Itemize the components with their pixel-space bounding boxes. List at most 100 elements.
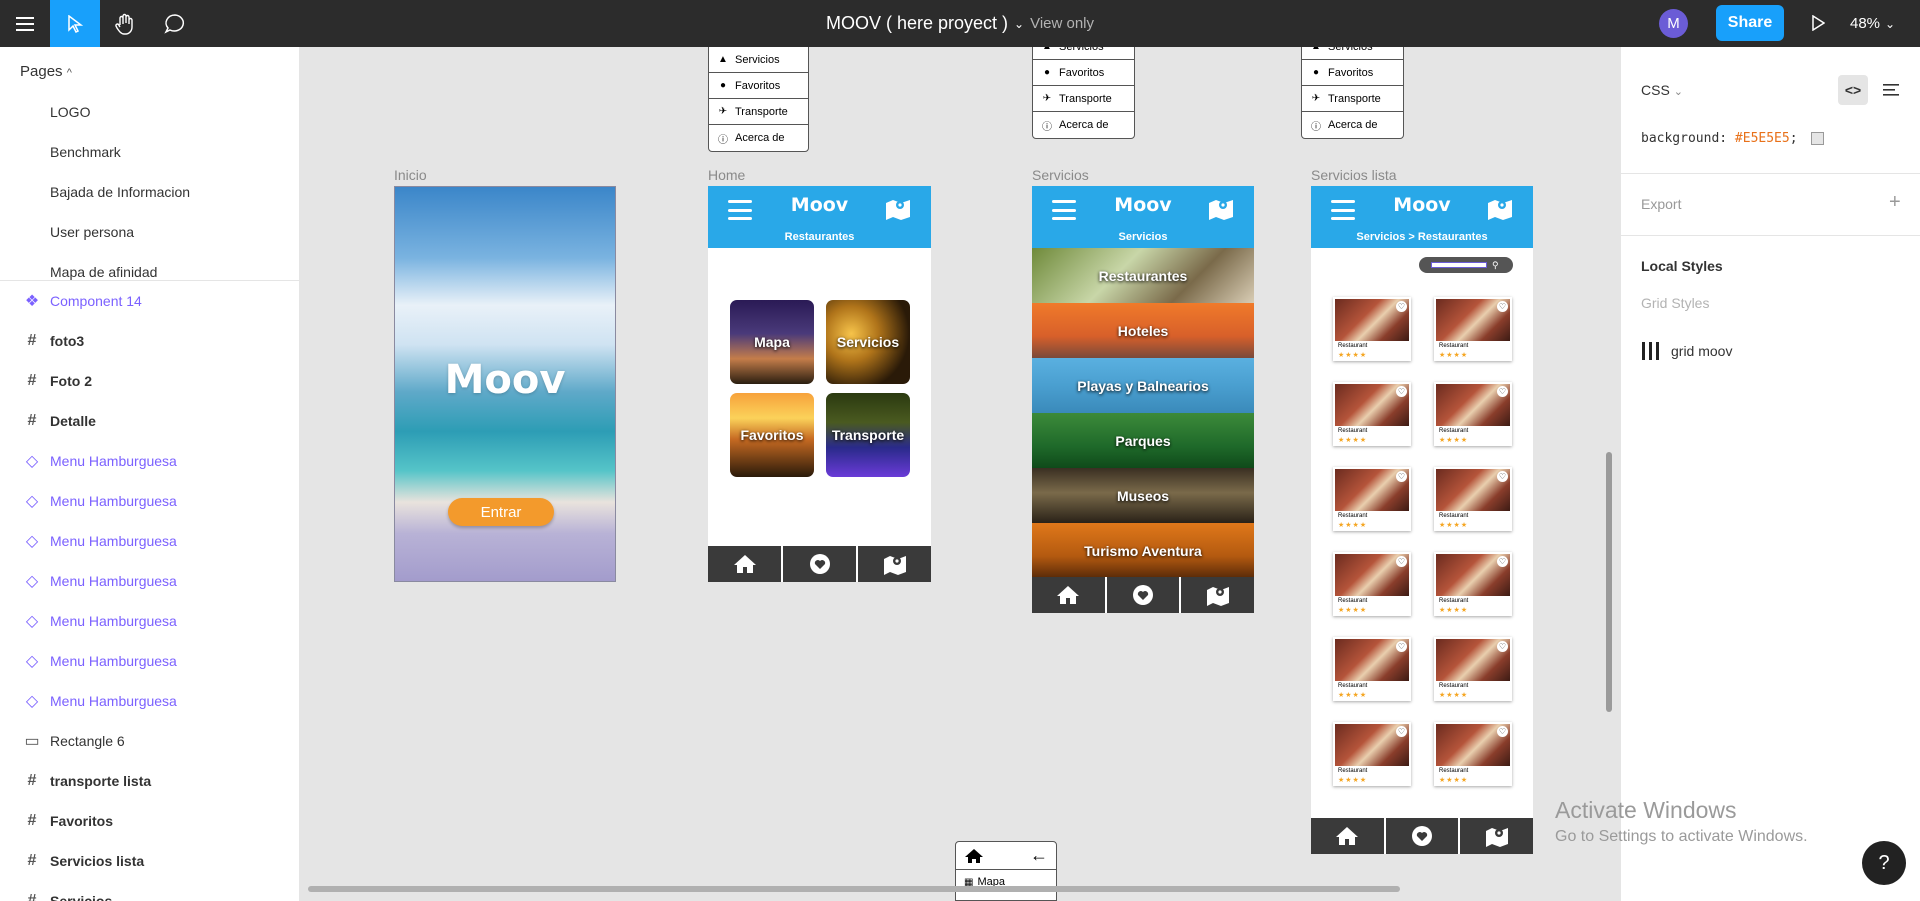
horizontal-scrollbar[interactable] — [308, 886, 1400, 892]
favorite-heart-icon[interactable]: ♡ — [1497, 641, 1508, 652]
favorite-heart-icon[interactable]: ♡ — [1396, 301, 1407, 312]
help-button[interactable]: ? — [1862, 841, 1906, 885]
list-view-icon[interactable] — [1876, 75, 1906, 105]
frame-label-servicios-lista[interactable]: Servicios lista — [1311, 167, 1397, 183]
menu-hamburguesa-component[interactable]: ▲ Servicios ● Favoritos ✈ Transporte ⓘ Acerc… — [708, 47, 809, 152]
layer-row[interactable]: ◇ Menu Hamburguesa — [0, 641, 299, 681]
favorite-heart-icon[interactable]: ♡ — [1396, 386, 1407, 397]
pages-header[interactable]: Pages ^ — [20, 63, 72, 80]
map-icon[interactable] — [1208, 196, 1234, 225]
menu-item-favoritos[interactable]: ● Favoritos — [709, 73, 808, 99]
add-export-icon[interactable]: + — [1889, 191, 1901, 214]
tile-mapa[interactable]: Mapa — [730, 300, 814, 384]
menu-item-acerca[interactable]: ⓘ Acerca de — [1033, 112, 1134, 138]
map-icon[interactable] — [885, 196, 911, 225]
code-view-icon[interactable]: <> — [1838, 75, 1868, 105]
layer-row[interactable]: # foto3 — [0, 321, 299, 361]
page-item[interactable]: Mapa de afinidad — [50, 264, 157, 280]
favorite-heart-icon[interactable]: ♡ — [1497, 386, 1508, 397]
layer-row[interactable]: ◇ Menu Hamburguesa — [0, 481, 299, 521]
layer-row[interactable]: # transporte lista — [0, 761, 299, 801]
map-icon[interactable] — [858, 546, 931, 582]
restaurant-card[interactable]: ♡ Restaurant ★★★★ — [1434, 722, 1512, 786]
menu-item-transporte[interactable]: ✈ Transporte — [709, 99, 808, 125]
favorite-heart-icon[interactable]: ♡ — [1497, 556, 1508, 567]
layer-row[interactable]: # Foto 2 — [0, 361, 299, 401]
restaurant-card[interactable]: ♡ Restaurant ★★★★ — [1333, 297, 1411, 361]
band-turismo-aventura[interactable]: Turismo Aventura — [1032, 523, 1254, 578]
menu-item-servicios[interactable]: ▲ Servicios — [1033, 47, 1134, 60]
css-tab-dropdown[interactable]: CSS ⌄ — [1641, 82, 1683, 98]
restaurant-card[interactable]: ♡ Restaurant ★★★★ — [1333, 637, 1411, 701]
present-button[interactable] — [1803, 8, 1833, 38]
heart-icon[interactable] — [1107, 577, 1182, 613]
layer-row[interactable]: ◇ Menu Hamburguesa — [0, 601, 299, 641]
grid-style-item[interactable]: grid moov — [1641, 341, 1732, 361]
frame-label-home[interactable]: Home — [708, 167, 745, 183]
band-playas[interactable]: Playas y Balnearios — [1032, 358, 1254, 413]
heart-icon[interactable] — [783, 546, 858, 582]
restaurant-card[interactable]: ♡ Restaurant ★★★★ — [1434, 297, 1512, 361]
file-title[interactable]: MOOV ( here proyect ) ⌄ View only — [0, 0, 1920, 47]
tile-favoritos[interactable]: Favoritos — [730, 393, 814, 477]
menu-item-acerca[interactable]: ⓘ Acerca de — [1302, 112, 1403, 138]
entrar-button[interactable]: Entrar — [448, 498, 554, 526]
map-icon[interactable] — [1181, 577, 1254, 613]
frame-home[interactable]: Moov Restaurantes Mapa Servicios Favorit… — [708, 186, 931, 582]
restaurant-card[interactable]: ♡ Restaurant ★★★★ — [1333, 467, 1411, 531]
favorite-heart-icon[interactable]: ♡ — [1497, 471, 1508, 482]
layer-row[interactable]: ❖ Component 14 — [0, 281, 299, 321]
favorite-heart-icon[interactable]: ♡ — [1396, 726, 1407, 737]
map-icon[interactable] — [1460, 818, 1533, 854]
canvas[interactable]: ▲ Servicios ● Favoritos ✈ Transporte ⓘ Acerc… — [300, 47, 1620, 901]
band-parques[interactable]: Parques — [1032, 413, 1254, 468]
restaurant-card[interactable]: ♡ Restaurant ★★★★ — [1333, 722, 1411, 786]
favorite-heart-icon[interactable]: ♡ — [1497, 726, 1508, 737]
restaurant-card[interactable]: ♡ Restaurant ★★★★ — [1434, 467, 1512, 531]
band-museos[interactable]: Museos — [1032, 468, 1254, 523]
menu-item-servicios[interactable]: ▲ Servicios — [1302, 47, 1403, 60]
page-item[interactable]: LOGO — [50, 104, 90, 120]
map-icon[interactable] — [1487, 196, 1513, 225]
home-icon[interactable] — [708, 546, 783, 582]
favorite-heart-icon[interactable]: ♡ — [1396, 556, 1407, 567]
mapa-menu-component[interactable]: ← ▦ Mapa — [955, 841, 1057, 901]
restaurant-card[interactable]: ♡ Restaurant ★★★★ — [1333, 382, 1411, 446]
menu-item-favoritos[interactable]: ● Favoritos — [1033, 60, 1134, 86]
page-item[interactable]: Bajada de Informacion — [50, 184, 190, 200]
search-bar[interactable]: ⚲ — [1419, 257, 1513, 273]
user-avatar[interactable]: M — [1659, 9, 1688, 38]
frame-servicios-lista[interactable]: Moov Servicios > Restaurantes ⚲ ♡ Restaur… — [1311, 186, 1533, 854]
vertical-scrollbar[interactable] — [1606, 452, 1612, 712]
favorite-heart-icon[interactable]: ♡ — [1497, 301, 1508, 312]
restaurant-card[interactable]: ♡ Restaurant ★★★★ — [1434, 552, 1512, 616]
layer-row[interactable]: # Detalle — [0, 401, 299, 441]
frame-label-inicio[interactable]: Inicio — [394, 167, 427, 183]
home-icon[interactable] — [964, 848, 984, 864]
menu-item-servicios[interactable]: ▲ Servicios — [709, 47, 808, 73]
back-arrow-icon[interactable]: ← — [1030, 845, 1048, 866]
frame-inicio[interactable]: Moov Entrar — [394, 186, 616, 582]
page-item[interactable]: Benchmark — [50, 144, 121, 160]
menu-hamburguesa-component[interactable]: ▲ Servicios ● Favoritos ✈ Transporte ⓘ Acerc… — [1032, 47, 1135, 139]
layer-row[interactable]: # Servicios — [0, 881, 299, 901]
restaurant-card[interactable]: ♡ Restaurant ★★★★ — [1333, 552, 1411, 616]
zoom-dropdown[interactable]: 48% ⌄ — [1850, 0, 1895, 47]
tile-transporte[interactable]: Transporte — [826, 393, 910, 477]
frame-label-servicios[interactable]: Servicios — [1032, 167, 1089, 183]
layer-row[interactable]: ◇ Menu Hamburguesa — [0, 441, 299, 481]
menu-hamburguesa-component[interactable]: ▲ Servicios ● Favoritos ✈ Transporte ⓘ Acerc… — [1301, 47, 1404, 139]
layer-row[interactable]: ◇ Menu Hamburguesa — [0, 681, 299, 721]
menu-item-acerca[interactable]: ⓘ Acerca de — [709, 125, 808, 151]
layer-row[interactable]: ◇ Menu Hamburguesa — [0, 561, 299, 601]
home-icon[interactable] — [1311, 818, 1386, 854]
frame-servicios[interactable]: Moov Servicios Restaurantes Hoteles Play… — [1032, 186, 1254, 613]
layer-row[interactable]: ▭ Rectangle 6 — [0, 721, 299, 761]
tile-servicios[interactable]: Servicios — [826, 300, 910, 384]
menu-item-favoritos[interactable]: ● Favoritos — [1302, 60, 1403, 86]
restaurant-card[interactable]: ♡ Restaurant ★★★★ — [1434, 637, 1512, 701]
page-item[interactable]: User persona — [50, 224, 134, 240]
band-hoteles[interactable]: Hoteles — [1032, 303, 1254, 358]
share-button[interactable]: Share — [1716, 5, 1784, 41]
band-restaurantes[interactable]: Restaurantes — [1032, 248, 1254, 303]
